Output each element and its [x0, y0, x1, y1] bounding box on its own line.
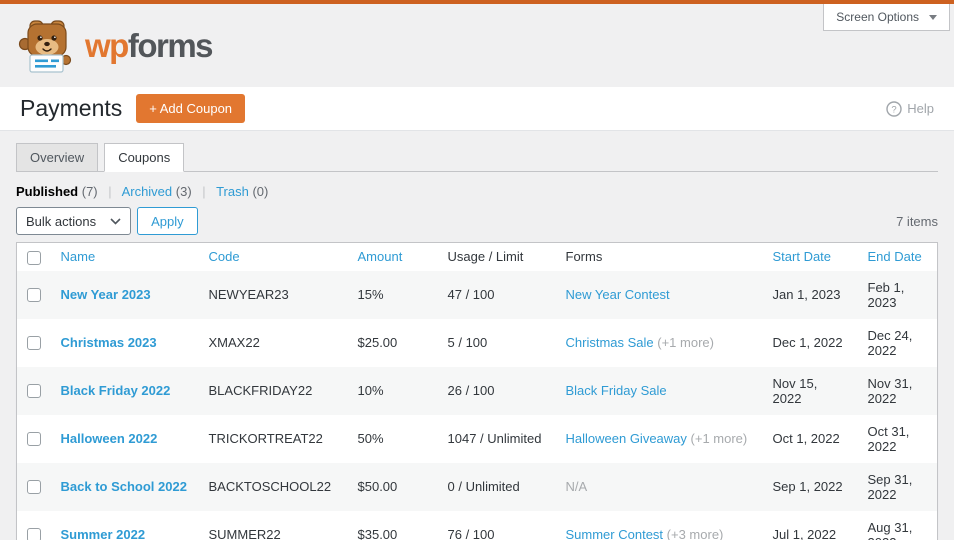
column-header-usage-limit: Usage / Limit	[447, 249, 524, 265]
screen-options-label: Screen Options	[836, 10, 919, 24]
coupon-amount: 15%	[357, 287, 384, 303]
row-checkbox[interactable]	[27, 384, 41, 399]
row-checkbox[interactable]	[27, 480, 41, 495]
screen-options-button[interactable]: Screen Options	[823, 4, 950, 31]
content-area: Overview Coupons Published (7) | Archive…	[0, 131, 954, 540]
row-checkbox[interactable]	[27, 528, 41, 540]
coupon-code: SUMMER22	[208, 527, 281, 540]
coupon-name-link[interactable]: Summer 2022	[61, 527, 146, 540]
caret-down-icon	[929, 14, 937, 20]
filter-trash[interactable]: Trash (0)	[216, 184, 268, 199]
filter-separator: |	[202, 184, 206, 199]
coupons-table-head: Name Code Amount Usage / Limit Forms Start Da…	[17, 243, 938, 271]
coupon-start-date: Jan 1, 2023	[772, 287, 841, 303]
wpforms-bear-mascot-icon	[18, 19, 72, 73]
coupon-amount: $35.00	[357, 527, 398, 540]
coupon-form-extra: (+1 more)	[657, 335, 714, 351]
table-toolbar-top: Bulk actions Apply 7 items	[16, 207, 938, 235]
filter-archived[interactable]: Archived (3)	[122, 184, 192, 199]
row-checkbox[interactable]	[27, 288, 41, 303]
coupon-form-extra[interactable]: (+3 more)	[667, 527, 724, 540]
coupon-form-na: N/A	[565, 479, 588, 495]
coupon-code: TRICKORTREAT22	[208, 431, 323, 447]
coupon-name-link[interactable]: Halloween 2022	[61, 431, 158, 446]
coupon-form-link[interactable]: Summer Contest	[566, 527, 664, 540]
coupon-end-date: Dec 24, 2022	[867, 327, 913, 358]
coupon-start-date: Jul 1, 2022	[772, 527, 837, 540]
row-checkbox[interactable]	[27, 336, 41, 351]
coupon-code: BLACKFRIDAY22	[208, 383, 313, 399]
coupon-form-link[interactable]: New Year Contest	[566, 287, 670, 302]
coupon-amount: $50.00	[357, 479, 398, 495]
coupon-start-date: Dec 1, 2022	[772, 335, 843, 351]
help-link[interactable]: ? Help	[886, 100, 934, 117]
coupons-table: Name Code Amount Usage / Limit Forms Start Da…	[16, 242, 938, 540]
coupon-end-date: Nov 31, 2022	[867, 375, 913, 406]
coupon-code: BACKTOSCHOOL22	[208, 479, 332, 495]
tab-coupons[interactable]: Coupons	[104, 143, 185, 172]
coupon-amount: $25.00	[357, 335, 398, 351]
column-header-end-date[interactable]: End Date	[858, 243, 938, 271]
coupon-amount: 50%	[357, 431, 384, 447]
coupon-usage: 26 / 100	[447, 383, 495, 399]
tab-overview[interactable]: Overview	[16, 143, 99, 172]
coupon-start-date: Nov 15, 2022	[772, 375, 818, 406]
wpforms-logo: wpforms	[18, 18, 214, 74]
column-header-name[interactable]: Name	[51, 243, 199, 271]
coupon-row: New Year 2023 NEWYEAR23 15% 47 / 100 New Yea…	[16, 270, 938, 319]
coupon-amount: 10%	[357, 383, 384, 399]
column-header-start-date[interactable]: Start Date	[763, 243, 858, 271]
help-label: Help	[907, 101, 934, 116]
coupon-row: Black Friday 2022 BLACKFRIDAY22 10% 26 / 10…	[16, 366, 938, 415]
select-all-checkbox[interactable]	[27, 250, 41, 265]
coupon-end-date: Sep 31, 2022	[867, 471, 913, 502]
coupon-start-date: Sep 1, 2022	[772, 479, 843, 495]
coupon-end-date: Feb 1, 2023	[867, 279, 905, 310]
filter-published[interactable]: Published (7)	[16, 184, 98, 199]
coupon-usage: 5 / 100	[447, 335, 488, 351]
coupon-form-link[interactable]: Halloween Giveaway	[566, 431, 687, 446]
coupon-row: Christmas 2023 XMAX22 $25.00 5 / 100 Christm…	[17, 319, 938, 367]
coupon-name-link[interactable]: Back to School 2022	[61, 479, 187, 494]
filter-separator: |	[108, 184, 112, 199]
help-question-icon: ?	[886, 100, 902, 117]
coupon-name-link[interactable]: New Year 2023	[61, 287, 151, 302]
coupon-name-link[interactable]: Christmas 2023	[61, 335, 157, 350]
bulk-actions-label: Bulk actions	[26, 213, 97, 229]
coupon-row: Halloween 2022 TRICKORTREAT22 50% 1047 / Un…	[17, 415, 938, 463]
page-title: Payments	[20, 95, 123, 121]
table-header-row: Name Code Amount Usage / Limit Forms Start Da…	[17, 243, 938, 271]
coupon-form-link[interactable]: Christmas Sale	[566, 335, 654, 350]
chevron-down-icon	[110, 217, 121, 225]
apply-button[interactable]: Apply	[137, 207, 198, 235]
coupon-start-date: Oct 1, 2022	[772, 431, 840, 447]
status-filter-list: Published (7) | Archived (3) | Trash (0)	[16, 184, 938, 200]
coupon-row: Summer 2022 SUMMER22 $35.00 76 / 100 Summer …	[17, 511, 938, 540]
bulk-actions-select[interactable]: Bulk actions	[16, 207, 132, 235]
coupon-code: XMAX22	[208, 335, 260, 351]
page-header: Payments + Add Coupon ? Help	[0, 87, 954, 131]
coupon-end-date: Aug 31, 2022	[867, 519, 913, 540]
column-header-amount[interactable]: Amount	[348, 243, 438, 271]
payments-tabs: Overview Coupons	[16, 143, 938, 172]
items-count: 7 items	[896, 213, 938, 229]
add-coupon-button[interactable]: + Add Coupon	[136, 94, 246, 123]
coupon-name-link[interactable]: Black Friday 2022	[61, 383, 171, 398]
coupon-usage: 1047 / Unlimited	[447, 431, 542, 447]
coupon-form-extra: (+1 more)	[690, 431, 748, 447]
coupon-row: Back to School 2022 BACKTOSCHOOL22 $50.00 0…	[16, 462, 938, 511]
row-checkbox[interactable]	[27, 432, 41, 447]
plugin-header: wpforms Screen Options	[0, 4, 954, 87]
coupon-usage: 47 / 100	[447, 287, 495, 303]
coupon-usage: 76 / 100	[447, 527, 495, 540]
column-header-code[interactable]: Code	[199, 243, 348, 271]
coupon-end-date: Oct 31, 2022	[867, 423, 910, 454]
svg-text:?: ?	[892, 104, 897, 115]
coupons-table-body: New Year 2023 NEWYEAR23 15% 47 / 100 New Yea…	[16, 270, 938, 540]
wpforms-wordmark: wpforms	[85, 27, 214, 64]
column-header-forms: Forms	[565, 249, 603, 265]
coupon-code: NEWYEAR23	[208, 287, 289, 303]
coupon-form-link[interactable]: Black Friday Sale	[566, 383, 667, 398]
coupon-usage: 0 / Unlimited	[447, 479, 520, 495]
